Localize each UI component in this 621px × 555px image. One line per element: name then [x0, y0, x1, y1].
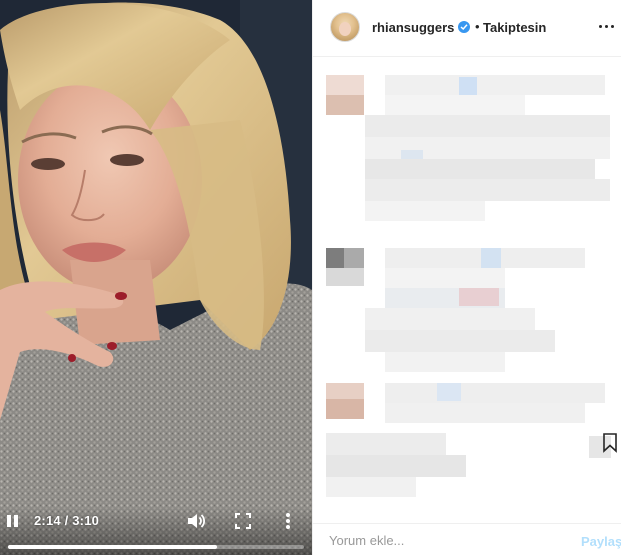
- video-progress-bar[interactable]: [8, 545, 304, 549]
- fullscreen-icon[interactable]: [234, 512, 252, 530]
- blurred-comment: [459, 77, 477, 95]
- more-horizontal-icon[interactable]: [598, 18, 616, 34]
- blurred-comment: [365, 115, 610, 137]
- avatar[interactable]: [330, 12, 360, 42]
- blurred-comment: [326, 455, 466, 477]
- username-link[interactable]: rhiansuggers: [372, 20, 454, 35]
- video-frame: [0, 0, 312, 555]
- video-player[interactable]: 2:14 / 3:10: [0, 0, 312, 555]
- blurred-comment: [385, 268, 505, 288]
- blurred-comment: [437, 383, 461, 401]
- avatar: [326, 399, 364, 419]
- video-progress-fill: [8, 545, 217, 549]
- avatar: [326, 248, 344, 268]
- bookmark-icon[interactable]: [603, 433, 617, 453]
- blurred-comment: [385, 75, 605, 95]
- more-vertical-icon[interactable]: [282, 512, 294, 530]
- comments-area: [313, 58, 621, 518]
- blurred-comment: [365, 201, 485, 221]
- avatar: [326, 383, 364, 399]
- share-button[interactable]: Paylaş: [581, 534, 621, 549]
- verified-badge-icon: [458, 21, 470, 33]
- avatar: [326, 95, 364, 115]
- blurred-comment: [365, 308, 535, 330]
- volume-icon[interactable]: [186, 512, 206, 530]
- avatar: [344, 248, 364, 268]
- avatar: [326, 75, 364, 95]
- blurred-comment: [481, 248, 501, 268]
- pause-icon[interactable]: [6, 513, 20, 529]
- comment-form: Paylaş: [313, 523, 621, 555]
- video-time: 2:14 / 3:10: [34, 513, 100, 528]
- avatar: [326, 268, 364, 286]
- blurred-comment: [385, 95, 525, 115]
- blurred-comment: [459, 288, 499, 306]
- blurred-comment: [365, 330, 555, 352]
- header-separator: •: [475, 19, 480, 34]
- blurred-comment: [365, 159, 595, 179]
- blurred-comment: [385, 352, 505, 372]
- post-panel: rhiansuggers • Takiptesin Yorum ekle... …: [312, 0, 621, 555]
- blurred-comment: [365, 179, 610, 201]
- follow-status-button[interactable]: Takiptesin: [483, 20, 546, 35]
- blurred-comment: [326, 433, 446, 455]
- post-header: rhiansuggers • Takiptesin: [313, 0, 621, 57]
- blurred-comment: [385, 403, 585, 423]
- comment-input[interactable]: [329, 532, 549, 548]
- blurred-comment: [385, 383, 605, 403]
- blurred-comment: [326, 477, 416, 497]
